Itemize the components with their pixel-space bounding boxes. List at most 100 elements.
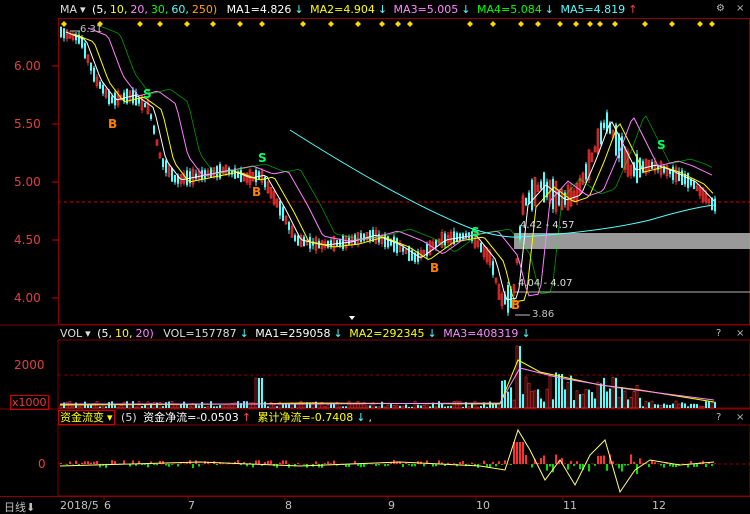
vol-panel-close-icon[interactable]: × bbox=[736, 328, 744, 339]
volume-bar bbox=[714, 401, 716, 408]
flow-bar bbox=[333, 460, 335, 464]
volume-bar bbox=[650, 400, 654, 409]
volume-bar bbox=[609, 388, 611, 408]
candle bbox=[459, 233, 461, 241]
volume-bar bbox=[635, 385, 639, 409]
flow-bar bbox=[615, 464, 617, 465]
volume-bar bbox=[666, 404, 668, 408]
buy-signal: B bbox=[511, 298, 520, 312]
price-chart[interactable]: B S B S B S B S bbox=[0, 0, 750, 514]
signal-diamond bbox=[157, 21, 163, 27]
flow-bar bbox=[639, 458, 641, 464]
signal-diamond bbox=[697, 21, 703, 27]
flow-params: (5) bbox=[121, 411, 137, 424]
flow-bar bbox=[519, 442, 521, 464]
volume-bar bbox=[452, 401, 456, 409]
candle bbox=[714, 198, 716, 212]
volume-bar bbox=[627, 399, 629, 408]
x-label: 11 bbox=[563, 499, 577, 512]
signal-diamond bbox=[597, 21, 603, 27]
flow-bar bbox=[663, 464, 665, 468]
volume-bar bbox=[512, 399, 516, 409]
price-panel-close-icon[interactable]: × bbox=[736, 3, 744, 14]
candle bbox=[288, 222, 290, 230]
volume-bar bbox=[617, 396, 621, 409]
volume-bar bbox=[543, 401, 545, 408]
volume-bar bbox=[441, 403, 443, 408]
flow-bar bbox=[504, 460, 506, 464]
x-label: 12 bbox=[652, 499, 666, 512]
vol-params: (5, 10, 20) bbox=[97, 327, 154, 340]
price-tick: 6.00 bbox=[14, 59, 41, 73]
flow-bar bbox=[495, 464, 497, 467]
candle bbox=[258, 171, 260, 180]
signal-diamond bbox=[355, 21, 361, 27]
volume-bar bbox=[411, 406, 413, 408]
zone-lower-label: 4.04 - 4.07 bbox=[518, 278, 573, 289]
flow-bar bbox=[603, 455, 605, 464]
period-selector[interactable]: 日线⬇ bbox=[4, 499, 35, 514]
volume-bar bbox=[473, 400, 477, 409]
volume-bar bbox=[434, 406, 438, 409]
flow-bar bbox=[330, 463, 332, 464]
signal-diamond bbox=[535, 21, 541, 27]
flow-bar bbox=[198, 464, 200, 467]
volume-bar bbox=[105, 406, 107, 408]
vol-indicator-selector[interactable]: VOL ▾ bbox=[60, 327, 91, 340]
volume-bar bbox=[654, 404, 656, 408]
flow-panel-close-icon[interactable]: × bbox=[736, 412, 744, 423]
flow-bar bbox=[588, 464, 590, 472]
ma-params: (5, 10, 20, 30, 60, 250) bbox=[92, 3, 218, 16]
volume-bar bbox=[347, 400, 351, 409]
flow-bar bbox=[180, 463, 182, 464]
candle bbox=[63, 28, 65, 39]
indicator-selector[interactable]: MA ▾ bbox=[60, 3, 86, 16]
volume-bar bbox=[267, 406, 269, 408]
volume-bar bbox=[338, 406, 342, 409]
candle bbox=[132, 89, 134, 104]
volume-bar bbox=[533, 390, 537, 409]
volume-bar bbox=[687, 406, 689, 408]
volume-bar bbox=[657, 404, 659, 408]
flow-bar bbox=[405, 462, 407, 464]
volume-bar bbox=[116, 406, 120, 409]
volume-bar bbox=[158, 402, 162, 409]
flow-panel-help-icon[interactable]: ? bbox=[716, 412, 721, 423]
candle bbox=[639, 158, 641, 178]
volume-bar bbox=[705, 401, 707, 408]
vol-ma3-value: MA3=408319 bbox=[443, 327, 519, 340]
flow-bar bbox=[483, 460, 485, 464]
volume-bar bbox=[323, 406, 327, 409]
vol-panel-help-icon[interactable]: ? bbox=[716, 328, 721, 339]
volume-bar bbox=[629, 397, 633, 409]
flow-bar bbox=[66, 464, 68, 465]
signal-diamond bbox=[210, 21, 216, 27]
volume-bar bbox=[674, 400, 678, 409]
flow-legend: 资金流变 ▾ (5) 资金净流=-0.0503 ↑ 累计净流=-0.7408 ↓, bbox=[58, 410, 372, 425]
signal-diamond bbox=[137, 21, 143, 27]
volume-bar bbox=[381, 401, 383, 408]
volume-bar bbox=[447, 406, 449, 408]
volume-bar bbox=[611, 377, 615, 409]
volume-bar bbox=[603, 377, 605, 408]
volume-bar bbox=[495, 404, 497, 408]
flow-bar bbox=[282, 460, 284, 464]
flow-bar bbox=[447, 462, 449, 464]
volume-bar bbox=[417, 404, 419, 408]
volume-bar bbox=[141, 406, 143, 408]
volume-bar bbox=[708, 401, 710, 408]
candle bbox=[327, 240, 329, 248]
flow-bar bbox=[69, 461, 71, 464]
flow-bar bbox=[648, 464, 650, 468]
volume-bar bbox=[165, 402, 167, 408]
price-panel-settings-icon[interactable]: ⚙ bbox=[716, 3, 725, 14]
flow-tick: 0 bbox=[38, 457, 46, 471]
flow-bar bbox=[693, 464, 695, 467]
cursor-marker bbox=[349, 316, 355, 320]
flow-indicator-selector[interactable]: 资金流变 ▾ bbox=[58, 410, 115, 425]
volume-bar bbox=[519, 346, 521, 408]
flow-bar bbox=[423, 464, 425, 467]
flow-bar bbox=[531, 464, 533, 468]
price-tick: 4.00 bbox=[14, 291, 41, 305]
price-tick: 5.00 bbox=[14, 175, 41, 189]
